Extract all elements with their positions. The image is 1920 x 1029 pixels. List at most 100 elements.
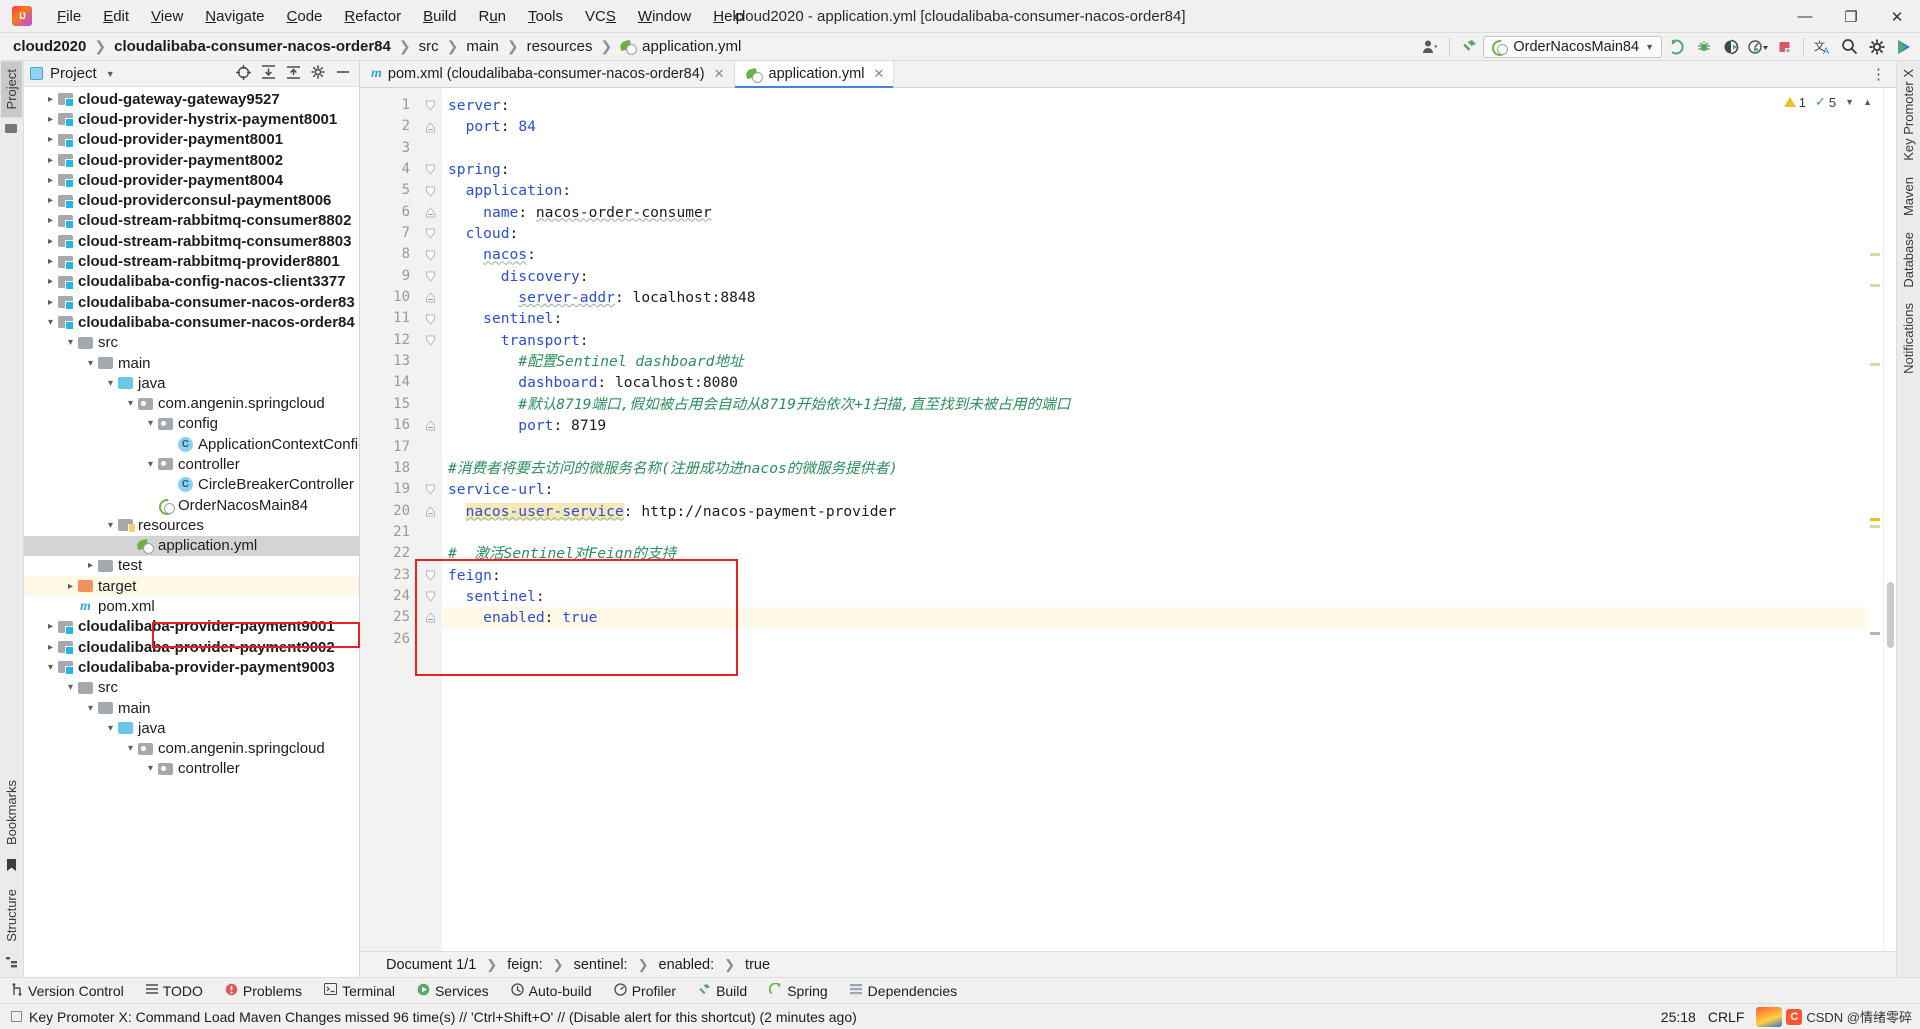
run-icon[interactable] bbox=[1664, 35, 1689, 59]
tree-item-java[interactable]: ▾ java bbox=[24, 718, 359, 738]
menu-edit[interactable]: Edit bbox=[92, 4, 140, 29]
code-line-9[interactable]: discovery: bbox=[442, 266, 1867, 287]
sidebar-tab-database[interactable]: Database bbox=[1898, 224, 1919, 296]
fold-toggle[interactable] bbox=[418, 202, 442, 223]
tree-item-cloudalibaba-consumer-nacos-order83[interactable]: ▸ cloudalibaba-consumer-nacos-order83 bbox=[24, 292, 359, 312]
run-with-coverage-icon[interactable] bbox=[1718, 35, 1743, 59]
collapse-all-icon[interactable] bbox=[285, 65, 301, 83]
tree-item-cloud-stream-rabbitmq-provider8801[interactable]: ▸ cloud-stream-rabbitmq-provider8801 bbox=[24, 251, 359, 271]
tree-item-cloud-provider-payment8002[interactable]: ▸ cloud-provider-payment8002 bbox=[24, 150, 359, 170]
menu-window[interactable]: Window bbox=[627, 4, 702, 29]
tab-application-yml[interactable]: application.yml ✕ bbox=[734, 61, 895, 89]
fold-toggle[interactable] bbox=[418, 223, 442, 244]
code-line-6[interactable]: name: nacos-order-consumer bbox=[442, 202, 1867, 223]
chevron-up-icon[interactable]: ▲ bbox=[1863, 97, 1872, 107]
fold-toggle[interactable] bbox=[418, 586, 442, 607]
tree-item-test[interactable]: ▸ test bbox=[24, 556, 359, 576]
tree-item-cloud-stream-rabbitmq-consumer8803[interactable]: ▸ cloud-stream-rabbitmq-consumer8803 bbox=[24, 231, 359, 251]
tool-build[interactable]: Build bbox=[687, 978, 758, 1004]
build-hammer-icon[interactable] bbox=[1456, 35, 1481, 59]
expand-arrow-icon[interactable]: ▸ bbox=[44, 256, 57, 267]
code-line-5[interactable]: application: bbox=[442, 180, 1867, 201]
sidebar-tab-notifications[interactable]: Notifications bbox=[1898, 295, 1919, 382]
fold-toggle[interactable] bbox=[418, 116, 442, 137]
expand-arrow-icon[interactable]: ▸ bbox=[44, 134, 57, 145]
menu-run[interactable]: Run bbox=[467, 4, 517, 29]
more-options-icon[interactable]: ⋮ bbox=[1871, 65, 1887, 83]
expand-arrow-icon[interactable]: ▸ bbox=[44, 195, 57, 206]
expand-arrow-icon[interactable]: ▸ bbox=[44, 621, 57, 632]
code-line-2[interactable]: port: 84 bbox=[442, 116, 1867, 137]
ide-action-icon[interactable] bbox=[1891, 35, 1916, 59]
locate-icon[interactable] bbox=[235, 64, 251, 83]
tree-item-application-yml[interactable]: application.yml bbox=[24, 535, 359, 556]
run-configuration-selector[interactable]: OrderNacosMain84 ▼ bbox=[1483, 35, 1662, 58]
code-line-16[interactable]: port: 8719 bbox=[442, 415, 1867, 436]
minimize-icon[interactable] bbox=[335, 65, 351, 82]
collapse-arrow-icon[interactable]: ▾ bbox=[104, 378, 117, 389]
tool-auto-build[interactable]: Auto-build bbox=[500, 978, 603, 1004]
editor-vertical-scrollbar[interactable] bbox=[1883, 88, 1896, 951]
expand-arrow-icon[interactable]: ▸ bbox=[44, 215, 57, 226]
collapse-arrow-icon[interactable]: ▾ bbox=[104, 520, 117, 531]
tree-item-cloud-provider-payment8004[interactable]: ▸ cloud-provider-payment8004 bbox=[24, 170, 359, 190]
bookmark-folder-icon[interactable] bbox=[5, 123, 18, 137]
sidebar-tab-bookmarks[interactable]: Bookmarks bbox=[1, 772, 22, 853]
tool-problems[interactable]: Problems bbox=[214, 978, 313, 1004]
tree-item-controller[interactable]: ▾ controller bbox=[24, 454, 359, 474]
code-line-15[interactable]: #默认8719端口,假如被占用会自动从8719开始依次+1扫描,直至找到未被占用… bbox=[442, 394, 1867, 415]
caret-position[interactable]: 25:18 bbox=[1661, 1009, 1696, 1025]
code-line-1[interactable]: server: bbox=[442, 95, 1867, 116]
code-line-13[interactable]: #配置Sentinel dashboard地址 bbox=[442, 351, 1867, 372]
collapse-arrow-icon[interactable]: ▾ bbox=[64, 682, 77, 693]
yaml-path-feign[interactable]: feign: bbox=[505, 957, 544, 973]
tree-item-src[interactable]: ▾ src bbox=[24, 678, 359, 698]
sidebar-tab-structure[interactable]: Structure bbox=[1, 881, 22, 950]
tree-item-cloud-stream-rabbitmq-consumer8802[interactable]: ▸ cloud-stream-rabbitmq-consumer8802 bbox=[24, 211, 359, 231]
fold-toggle[interactable] bbox=[418, 159, 442, 180]
breadcrumb-src[interactable]: src bbox=[417, 38, 441, 55]
menu-help[interactable]: Help bbox=[702, 4, 755, 29]
stop-icon[interactable] bbox=[1772, 35, 1797, 59]
code-line-10[interactable]: server-addr: localhost:8848 bbox=[442, 287, 1867, 308]
tool-version-control[interactable]: Version Control bbox=[0, 978, 135, 1004]
breadcrumb-file[interactable]: application.yml bbox=[618, 38, 743, 55]
tree-item-ordernacosmain84[interactable]: OrderNacosMain84 bbox=[24, 495, 359, 515]
collapse-arrow-icon[interactable]: ▾ bbox=[84, 358, 97, 369]
collapse-arrow-icon[interactable]: ▾ bbox=[84, 703, 97, 714]
close-button[interactable]: ✕ bbox=[1874, 0, 1920, 33]
tree-item-cloudalibaba-consumer-nacos-order84[interactable]: ▾ cloudalibaba-consumer-nacos-order84 bbox=[24, 312, 359, 332]
settings-gear-icon[interactable] bbox=[1864, 35, 1889, 59]
collapse-arrow-icon[interactable]: ▾ bbox=[144, 418, 157, 429]
collapse-arrow-icon[interactable]: ▾ bbox=[144, 459, 157, 470]
close-icon[interactable]: ✕ bbox=[714, 66, 725, 82]
maximize-button[interactable]: ❐ bbox=[1828, 0, 1874, 33]
code-line-20[interactable]: nacos-user-service: http://nacos-payment… bbox=[442, 501, 1867, 522]
fold-toggle[interactable] bbox=[418, 244, 442, 265]
expand-all-icon[interactable] bbox=[260, 64, 276, 83]
scrollbar-thumb[interactable] bbox=[1887, 582, 1894, 648]
expand-arrow-icon[interactable]: ▸ bbox=[44, 236, 57, 247]
expand-arrow-icon[interactable]: ▸ bbox=[44, 94, 57, 105]
menu-vcs[interactable]: VCS bbox=[574, 4, 627, 29]
menu-build[interactable]: Build bbox=[412, 4, 467, 29]
tree-item-pom-xml[interactable]: m pom.xml bbox=[24, 596, 359, 616]
collapse-arrow-icon[interactable]: ▾ bbox=[44, 317, 57, 328]
code-line-11[interactable]: sentinel: bbox=[442, 308, 1867, 329]
collapse-arrow-icon[interactable]: ▾ bbox=[124, 743, 137, 754]
code-editor[interactable]: 1 2 3 4 5 6 7 8 9 10 11 12 13 14 15 16 17 18 19 20 21 22 23 24 2… bbox=[360, 88, 1896, 951]
tree-item-resources[interactable]: ▾ resources bbox=[24, 515, 359, 535]
menu-code[interactable]: Code bbox=[276, 4, 334, 29]
tree-item-cloudalibaba-provider-payment9002[interactable]: ▸ cloudalibaba-provider-payment9002 bbox=[24, 637, 359, 657]
tree-item-circlebreakercontroller[interactable]: C CircleBreakerController bbox=[24, 475, 359, 495]
expand-arrow-icon[interactable]: ▸ bbox=[64, 581, 77, 592]
tree-item-applicationcontextconfig[interactable]: C ApplicationContextConfig bbox=[24, 434, 359, 454]
menu-file[interactable]: File bbox=[46, 4, 92, 29]
expand-arrow-icon[interactable]: ▸ bbox=[44, 276, 57, 287]
code-line-3[interactable] bbox=[442, 138, 1867, 159]
breadcrumb-main[interactable]: main bbox=[464, 38, 501, 55]
fold-toggle[interactable] bbox=[418, 330, 442, 351]
tree-item-target[interactable]: ▸ target bbox=[24, 576, 359, 597]
code-line-8[interactable]: nacos: bbox=[442, 244, 1867, 265]
breadcrumb-project[interactable]: cloud2020 bbox=[11, 38, 88, 55]
